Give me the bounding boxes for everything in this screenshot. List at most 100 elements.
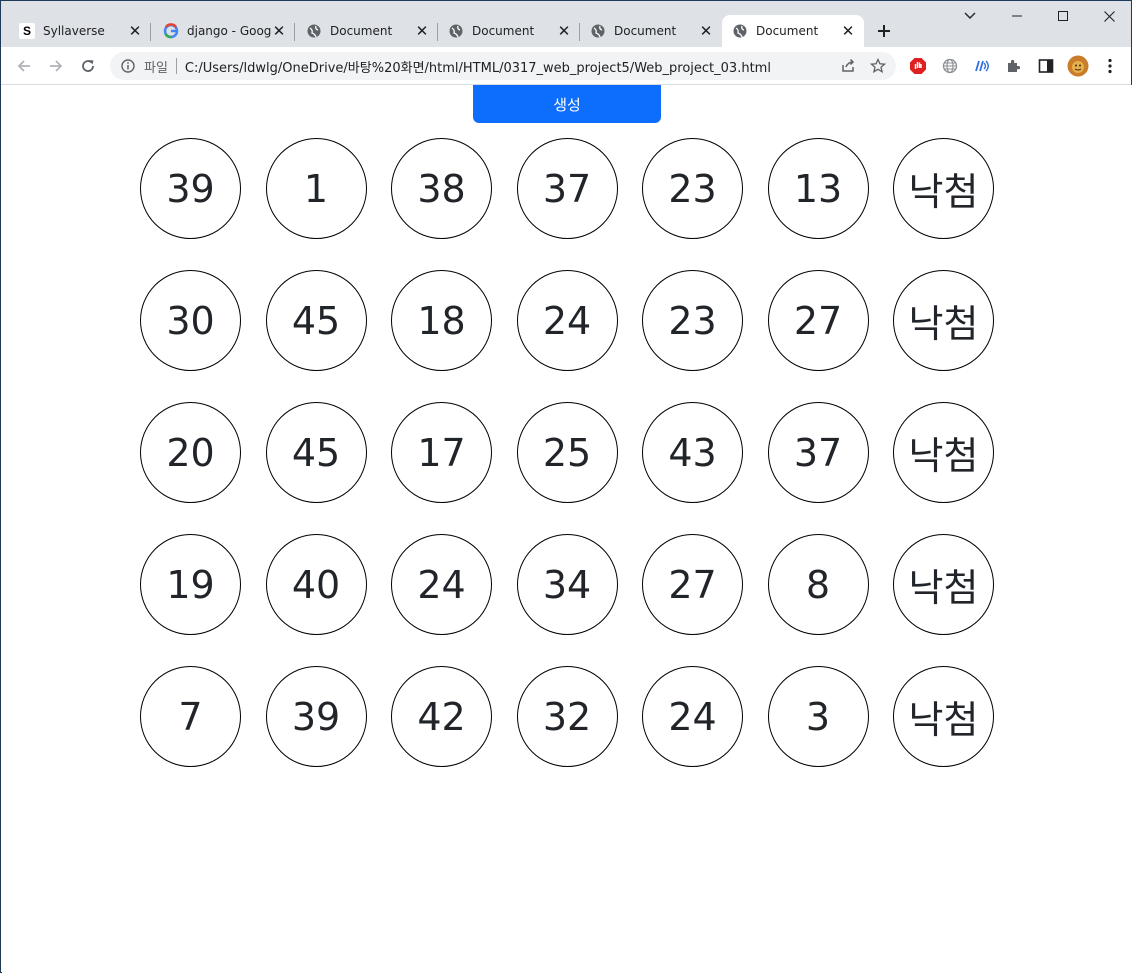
lotto-row: 20 45 17 25 43 37 낙첨 [140,402,994,503]
close-icon[interactable]: ✕ [414,23,430,39]
number-ball: 42 [391,666,492,767]
number-ball: 25 [516,402,618,503]
star-icon [870,58,886,74]
lotto-row: 7 39 42 32 24 3 낙첨 [140,666,994,767]
globe-icon [306,23,322,39]
adblock-extension-button[interactable] [906,54,930,78]
number-ball: 39 [140,138,241,239]
number-ball: 27 [642,534,743,635]
tab-title: Syllaverse [43,24,105,38]
wave-extension-button[interactable] [970,54,994,78]
number-ball: 40 [265,534,367,635]
tab-document[interactable]: Document ✕ [580,15,722,47]
tab-syllaverse[interactable]: S Syllaverse ✕ [9,15,151,47]
globe-icon [942,58,958,74]
close-icon [1103,10,1115,22]
lotto-row: 39 1 38 37 23 13 낙첨 [140,138,994,239]
more-vert-icon [1108,58,1112,74]
page-viewport: 생성 39 1 38 37 23 13 낙첨 30 45 18 24 23 27… [2,85,1132,973]
number-ball: 24 [391,534,492,635]
result-ball: 낙첨 [893,402,994,503]
tab-separator [150,23,151,41]
arrow-left-icon [17,60,30,72]
number-ball: 37 [516,138,618,239]
forward-button[interactable] [42,52,70,80]
divider [175,58,177,74]
tab-document-active[interactable]: Document ✕ [722,15,864,47]
side-panel-icon [1038,59,1054,73]
s-logo-icon: S [19,23,35,39]
tab-search-button[interactable] [947,1,993,31]
number-ball: 8 [767,534,869,635]
number-ball: 13 [767,138,869,239]
profile-avatar[interactable] [1066,54,1090,78]
tab-strip: S Syllaverse ✕ django - Goog ✕ Document … [1,1,1131,47]
number-ball: 20 [140,402,241,503]
globe-icon [448,23,464,39]
number-ball: 23 [642,138,743,239]
extensions-button[interactable] [1002,54,1026,78]
info-icon[interactable] [120,58,136,74]
side-panel-button[interactable] [1034,54,1058,78]
number-ball: 19 [140,534,241,635]
close-icon[interactable]: ✕ [698,23,714,39]
number-ball: 3 [767,666,869,767]
reload-button[interactable] [74,52,102,80]
minimize-button[interactable] [994,1,1040,31]
globe-icon [732,23,748,39]
generate-button[interactable]: 생성 [473,85,661,123]
close-window-button[interactable] [1086,1,1132,31]
tab-title: django - Goog [187,24,271,38]
result-ball: 낙첨 [893,270,994,371]
number-ball: 39 [265,666,367,767]
maximize-icon [1058,11,1068,21]
bookmark-button[interactable] [866,54,890,78]
number-ball: 38 [391,138,492,239]
tab-title: Document [614,24,677,38]
browser-window: S Syllaverse ✕ django - Goog ✕ Document … [0,0,1132,973]
close-icon[interactable]: ✕ [271,23,287,39]
number-ball: 43 [642,402,743,503]
minimize-icon [1012,15,1022,17]
number-ball: 7 [140,666,241,767]
back-button[interactable] [10,52,38,80]
address-bar[interactable]: 파일 C:/Users/ldwlg/OneDrive/바탕%20화면/html/… [110,52,896,80]
share-icon [842,58,855,72]
menu-button[interactable] [1098,54,1122,78]
close-icon[interactable]: ✕ [127,23,143,39]
scheme-label: 파일 [144,60,168,76]
avatar-icon [1067,55,1089,77]
tab-django[interactable]: django - Goog ✕ [153,15,295,47]
globe-icon [590,23,606,39]
lotto-row: 30 45 18 24 23 27 낙첨 [140,270,994,371]
tab-document[interactable]: Document ✕ [438,15,580,47]
tab-document[interactable]: Document ✕ [296,15,438,47]
plus-icon [878,25,890,37]
new-tab-button[interactable] [870,17,898,45]
arrow-right-icon [50,60,63,72]
translate-extension-button[interactable] [938,54,962,78]
number-ball: 30 [140,270,241,371]
tab-title: Document [756,24,819,38]
tab-title: Document [330,24,393,38]
result-ball: 낙첨 [893,534,994,635]
share-button[interactable] [836,54,860,78]
stop-hand-icon [910,58,926,74]
close-icon[interactable]: ✕ [556,23,572,39]
number-ball: 37 [767,402,869,503]
lotto-grid: 39 1 38 37 23 13 낙첨 30 45 18 24 23 27 낙첨… [140,138,994,798]
number-ball: 24 [642,666,743,767]
url-text[interactable]: C:/Users/ldwlg/OneDrive/바탕%20화면/html/HTM… [185,57,771,76]
tab-separator [294,23,295,41]
close-icon[interactable]: ✕ [840,23,856,39]
lotto-row: 19 40 24 34 27 8 낙첨 [140,534,994,635]
number-ball: 24 [516,270,618,371]
signal-icon [975,60,989,72]
number-ball: 17 [391,402,492,503]
number-ball: 34 [516,534,618,635]
google-icon [163,23,179,39]
number-ball: 27 [767,270,869,371]
maximize-button[interactable] [1040,1,1086,31]
puzzle-icon [1008,59,1021,72]
number-ball: 45 [265,402,367,503]
